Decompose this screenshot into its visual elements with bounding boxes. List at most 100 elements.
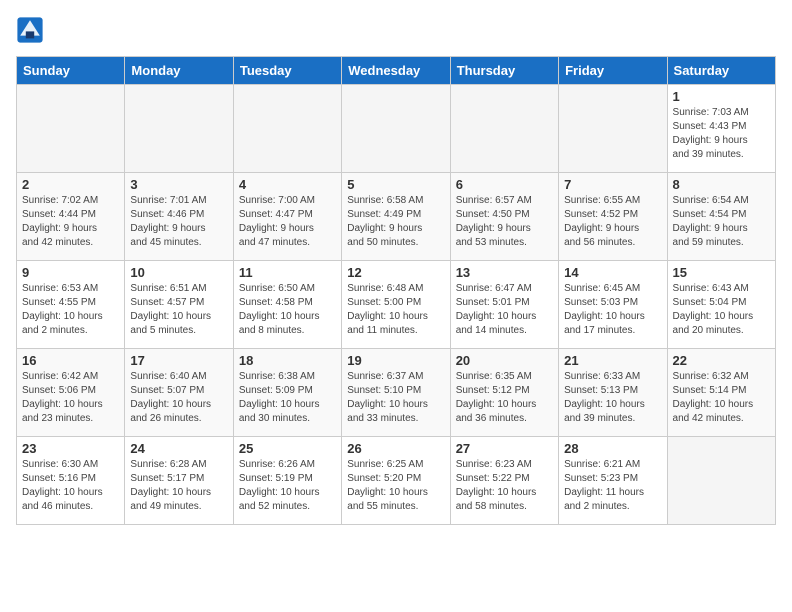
day-info: Sunrise: 6:57 AM Sunset: 4:50 PM Dayligh… (456, 194, 553, 250)
calendar-day-empty (667, 437, 775, 525)
calendar-day-24: 24Sunrise: 6:28 AM Sunset: 5:17 PM Dayli… (125, 437, 233, 525)
day-info: Sunrise: 6:23 AM Sunset: 5:22 PM Dayligh… (456, 458, 553, 514)
day-info: Sunrise: 6:55 AM Sunset: 4:52 PM Dayligh… (564, 194, 661, 250)
day-info: Sunrise: 6:45 AM Sunset: 5:03 PM Dayligh… (564, 282, 661, 338)
calendar-day-10: 10 Sunrise: 6:51 AM Sunset: 4:57 PM Dayli… (125, 261, 233, 349)
weekday-header-saturday: Saturday (667, 57, 775, 85)
day-info: Sunrise: 6:38 AM Sunset: 5:09 PM Dayligh… (239, 370, 336, 426)
day-info: Sunrise: 6:21 AM Sunset: 5:23 PM Dayligh… (564, 458, 661, 514)
calendar-day-3: 3 Sunrise: 7:01 AM Sunset: 4:46 PM Daylig… (125, 173, 233, 261)
calendar-day-18: 18Sunrise: 6:38 AM Sunset: 5:09 PM Dayli… (233, 349, 341, 437)
day-info: Sunrise: 6:53 AM Sunset: 4:55 PM Dayligh… (22, 282, 119, 338)
calendar-day-20: 20 Sunrise: 6:35 AM Sunset: 5:12 PM Dayli… (450, 349, 558, 437)
day-info: Sunrise: 7:00 AM Sunset: 4:47 PM Dayligh… (239, 194, 336, 250)
day-info: Sunrise: 6:25 AM Sunset: 5:20 PM Dayligh… (347, 458, 444, 514)
logo-icon (16, 16, 44, 44)
calendar-day-13: 13 Sunrise: 6:47 AM Sunset: 5:01 PM Dayli… (450, 261, 558, 349)
calendar-day-7: 7Sunrise: 6:55 AM Sunset: 4:52 PM Daylig… (559, 173, 667, 261)
weekday-header-friday: Friday (559, 57, 667, 85)
calendar-day-6: 6 Sunrise: 6:57 AM Sunset: 4:50 PM Daylig… (450, 173, 558, 261)
calendar-day-23: 23 Sunrise: 6:30 AM Sunset: 5:16 PM Dayli… (17, 437, 125, 525)
day-number: 19 (347, 353, 444, 368)
day-number: 26 (347, 441, 444, 456)
calendar-day-8: 8Sunrise: 6:54 AM Sunset: 4:54 PM Daylig… (667, 173, 775, 261)
calendar-day-1: 1 Sunrise: 7:03 AM Sunset: 4:43 PM Daylig… (667, 85, 775, 173)
weekday-header-sunday: Sunday (17, 57, 125, 85)
day-info: Sunrise: 6:54 AM Sunset: 4:54 PM Dayligh… (673, 194, 770, 250)
weekday-header-wednesday: Wednesday (342, 57, 450, 85)
page-header (16, 16, 776, 44)
calendar-day-empty (125, 85, 233, 173)
day-number: 22 (673, 353, 770, 368)
day-number: 15 (673, 265, 770, 280)
calendar-day-empty (559, 85, 667, 173)
day-info: Sunrise: 6:26 AM Sunset: 5:19 PM Dayligh… (239, 458, 336, 514)
calendar-day-14: 14 Sunrise: 6:45 AM Sunset: 5:03 PM Dayli… (559, 261, 667, 349)
calendar-day-27: 27 Sunrise: 6:23 AM Sunset: 5:22 PM Dayli… (450, 437, 558, 525)
day-number: 3 (130, 177, 227, 192)
calendar-day-17: 17 Sunrise: 6:40 AM Sunset: 5:07 PM Dayli… (125, 349, 233, 437)
day-number: 27 (456, 441, 553, 456)
day-info: Sunrise: 7:01 AM Sunset: 4:46 PM Dayligh… (130, 194, 227, 250)
day-number: 10 (130, 265, 227, 280)
day-number: 5 (347, 177, 444, 192)
calendar-day-empty (17, 85, 125, 173)
day-info: Sunrise: 6:40 AM Sunset: 5:07 PM Dayligh… (130, 370, 227, 426)
day-number: 9 (22, 265, 119, 280)
calendar-week-row: 16 Sunrise: 6:42 AM Sunset: 5:06 PM Dayli… (17, 349, 776, 437)
day-info: Sunrise: 6:50 AM Sunset: 4:58 PM Dayligh… (239, 282, 336, 338)
calendar-day-2: 2 Sunrise: 7:02 AM Sunset: 4:44 PM Daylig… (17, 173, 125, 261)
day-number: 17 (130, 353, 227, 368)
logo (16, 16, 48, 44)
day-number: 20 (456, 353, 553, 368)
day-info: Sunrise: 6:58 AM Sunset: 4:49 PM Dayligh… (347, 194, 444, 250)
calendar-week-row: 9 Sunrise: 6:53 AM Sunset: 4:55 PM Daylig… (17, 261, 776, 349)
day-number: 2 (22, 177, 119, 192)
day-info: Sunrise: 6:43 AM Sunset: 5:04 PM Dayligh… (673, 282, 770, 338)
calendar-day-19: 19 Sunrise: 6:37 AM Sunset: 5:10 PM Dayli… (342, 349, 450, 437)
day-info: Sunrise: 7:03 AM Sunset: 4:43 PM Dayligh… (673, 106, 770, 162)
calendar-day-16: 16 Sunrise: 6:42 AM Sunset: 5:06 PM Dayli… (17, 349, 125, 437)
calendar-day-25: 25 Sunrise: 6:26 AM Sunset: 5:19 PM Dayli… (233, 437, 341, 525)
weekday-header-monday: Monday (125, 57, 233, 85)
calendar-day-21: 21 Sunrise: 6:33 AM Sunset: 5:13 PM Dayli… (559, 349, 667, 437)
calendar-week-row: 2 Sunrise: 7:02 AM Sunset: 4:44 PM Daylig… (17, 173, 776, 261)
calendar-day-empty (342, 85, 450, 173)
calendar-day-5: 5 Sunrise: 6:58 AM Sunset: 4:49 PM Daylig… (342, 173, 450, 261)
day-info: Sunrise: 6:33 AM Sunset: 5:13 PM Dayligh… (564, 370, 661, 426)
calendar-day-9: 9 Sunrise: 6:53 AM Sunset: 4:55 PM Daylig… (17, 261, 125, 349)
day-info: Sunrise: 6:28 AM Sunset: 5:17 PM Dayligh… (130, 458, 227, 514)
day-number: 21 (564, 353, 661, 368)
day-number: 13 (456, 265, 553, 280)
day-number: 16 (22, 353, 119, 368)
calendar-week-row: 1 Sunrise: 7:03 AM Sunset: 4:43 PM Daylig… (17, 85, 776, 173)
day-info: Sunrise: 6:35 AM Sunset: 5:12 PM Dayligh… (456, 370, 553, 426)
day-info: Sunrise: 6:42 AM Sunset: 5:06 PM Dayligh… (22, 370, 119, 426)
weekday-header-thursday: Thursday (450, 57, 558, 85)
weekday-header-tuesday: Tuesday (233, 57, 341, 85)
day-number: 11 (239, 265, 336, 280)
calendar-day-15: 15 Sunrise: 6:43 AM Sunset: 5:04 PM Dayli… (667, 261, 775, 349)
calendar-table: SundayMondayTuesdayWednesdayThursdayFrid… (16, 56, 776, 525)
day-number: 14 (564, 265, 661, 280)
day-number: 23 (22, 441, 119, 456)
day-info: Sunrise: 6:51 AM Sunset: 4:57 PM Dayligh… (130, 282, 227, 338)
day-number: 1 (673, 89, 770, 104)
day-number: 6 (456, 177, 553, 192)
day-info: Sunrise: 6:37 AM Sunset: 5:10 PM Dayligh… (347, 370, 444, 426)
day-info: Sunrise: 7:02 AM Sunset: 4:44 PM Dayligh… (22, 194, 119, 250)
calendar-day-12: 12 Sunrise: 6:48 AM Sunset: 5:00 PM Dayli… (342, 261, 450, 349)
day-number: 25 (239, 441, 336, 456)
calendar-day-empty (450, 85, 558, 173)
day-number: 4 (239, 177, 336, 192)
day-number: 12 (347, 265, 444, 280)
calendar-week-row: 23 Sunrise: 6:30 AM Sunset: 5:16 PM Dayli… (17, 437, 776, 525)
day-info: Sunrise: 6:30 AM Sunset: 5:16 PM Dayligh… (22, 458, 119, 514)
calendar-day-11: 11 Sunrise: 6:50 AM Sunset: 4:58 PM Dayli… (233, 261, 341, 349)
day-info: Sunrise: 6:48 AM Sunset: 5:00 PM Dayligh… (347, 282, 444, 338)
calendar-day-4: 4 Sunrise: 7:00 AM Sunset: 4:47 PM Daylig… (233, 173, 341, 261)
day-info: Sunrise: 6:47 AM Sunset: 5:01 PM Dayligh… (456, 282, 553, 338)
calendar-day-22: 22 Sunrise: 6:32 AM Sunset: 5:14 PM Dayli… (667, 349, 775, 437)
day-number: 28 (564, 441, 661, 456)
day-info: Sunrise: 6:32 AM Sunset: 5:14 PM Dayligh… (673, 370, 770, 426)
